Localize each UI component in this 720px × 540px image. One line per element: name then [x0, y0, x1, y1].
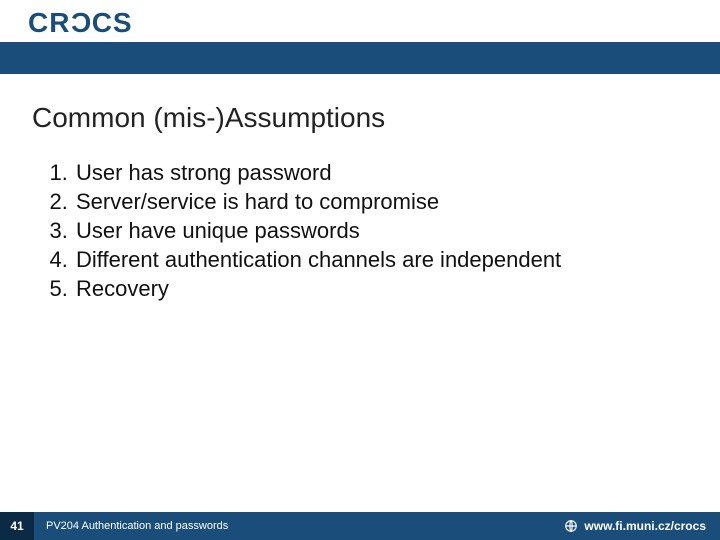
header: CRCCS — [0, 0, 720, 74]
list-item: User have unique passwords — [74, 216, 660, 245]
page-number: 41 — [0, 512, 34, 540]
logo: CRCCS — [28, 7, 133, 39]
list-item: Different authentication channels are in… — [74, 245, 660, 274]
footer: 41 PV204 Authentication and passwords ww… — [0, 512, 720, 540]
list-item: Recovery — [74, 274, 660, 303]
slide-title: Common (mis-)Assumptions — [32, 102, 385, 134]
list-item: User has strong password — [74, 158, 660, 187]
footer-url-text: www.fi.muni.cz/crocs — [584, 519, 706, 533]
logo-text-prefix: CR — [28, 7, 70, 38]
footer-url: www.fi.muni.cz/crocs — [564, 519, 706, 533]
logo-text-flipped-c: C — [70, 7, 91, 39]
list-item: Server/service is hard to compromise — [74, 187, 660, 216]
logo-text-suffix: CS — [92, 7, 133, 38]
footer-subtitle: PV204 Authentication and passwords — [46, 520, 564, 532]
slide-list: User has strong password Server/service … — [40, 158, 660, 303]
header-bar — [0, 42, 720, 74]
globe-icon — [564, 519, 578, 533]
